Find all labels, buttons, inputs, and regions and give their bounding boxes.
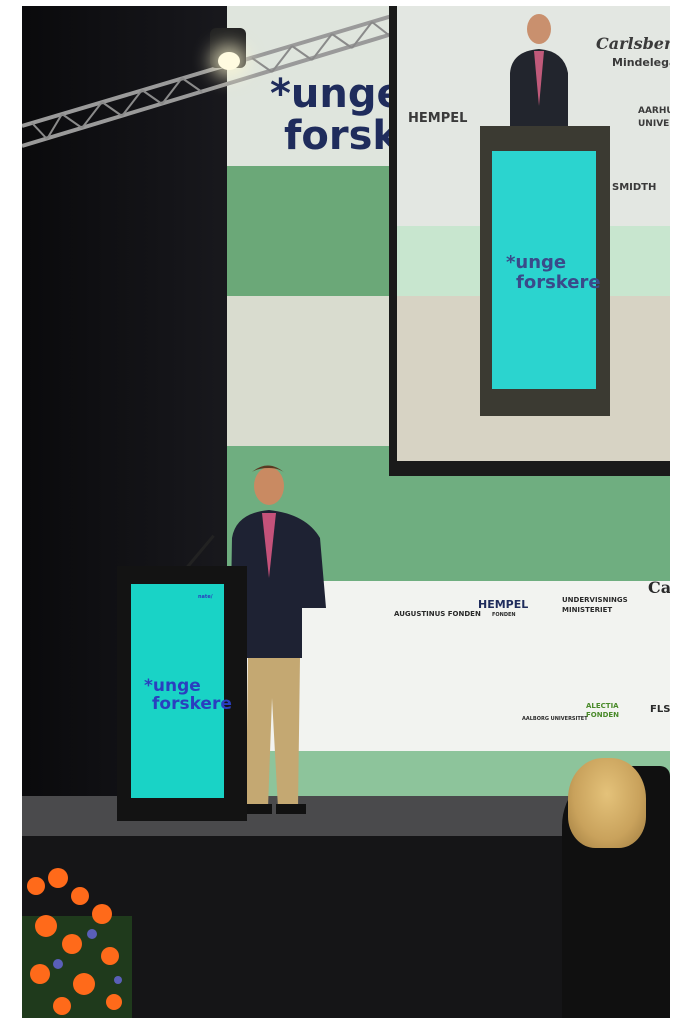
audience-member-head <box>568 758 646 848</box>
screen-logo-smidth: SMIDTH <box>612 182 657 193</box>
sponsor-hempel: HEMPEL <box>478 598 529 611</box>
screen-logo-mindelegat: Mindelegat <box>612 56 670 69</box>
sponsor-fls: FLS <box>650 704 670 715</box>
sponsor-augustinus: AUGUSTINUS FONDEN <box>394 610 481 618</box>
screen-logo-universitet: UNIVERSITET <box>638 119 670 129</box>
event-photo: *unge forskere *unge forskere Carlsberg … <box>22 6 670 1018</box>
sponsor-hempel-sub: FONDEN <box>492 612 516 618</box>
sponsor-aalborg: AALBORG UNIVERSITET <box>522 716 588 722</box>
sponsor-undervisning-line2: MINISTERIET <box>562 606 613 614</box>
sponsor-carlsberg: Car <box>648 578 670 597</box>
screen-brand-line2: forskere <box>516 272 601 293</box>
podium-brand-line1: *unge <box>144 676 201 696</box>
stage-light-glow <box>218 52 240 70</box>
flower-bouquet <box>22 868 132 1018</box>
sponsor-alectia-line2: FONDEN <box>586 711 620 719</box>
screen-logo-hempel: HEMPEL <box>408 111 468 126</box>
podium-brand-line2: forskere <box>152 694 232 714</box>
podium-tag: nate/ <box>198 594 213 600</box>
screen-logo-carlsberg: Carlsberg <box>596 34 670 53</box>
sponsor-undervisning-line1: UNDERVISNINGS <box>562 596 628 604</box>
screen-brand-line1: *unge <box>506 252 567 273</box>
sponsor-alectia-line1: ALECTIA <box>586 702 619 710</box>
screen-logo-aarhus: AARHUS <box>638 106 670 116</box>
